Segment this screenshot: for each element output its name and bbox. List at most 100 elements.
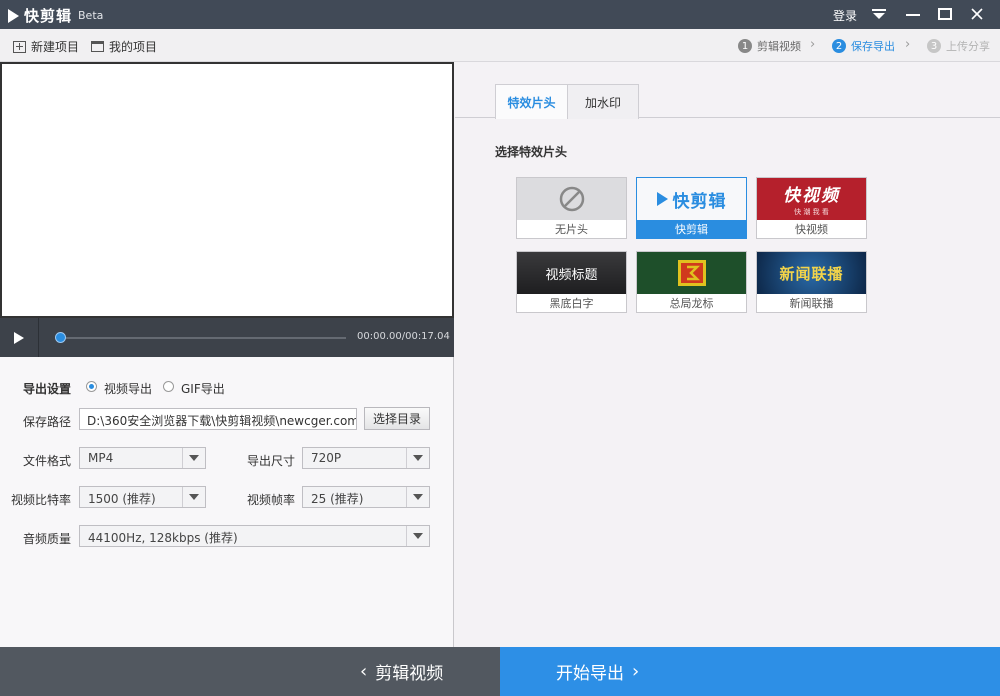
chevron-left-icon: ‹ [360, 661, 367, 682]
export-size-select[interactable]: 720P [302, 447, 430, 469]
thumb-caption: 无片头 [517, 220, 626, 238]
file-format-value: MP4 [88, 451, 113, 465]
maximize-button[interactable] [934, 4, 956, 24]
bitrate-value: 1500 (推荐) [88, 492, 156, 506]
dragon-logo-icon [677, 259, 707, 287]
progress-track[interactable] [58, 337, 346, 339]
back-bar: ‹ 剪辑视频 [0, 647, 500, 696]
video-export-radio[interactable] [86, 381, 97, 392]
framerate-label: 视频帧率 [247, 491, 295, 508]
chevron-down-icon [182, 487, 205, 507]
my-projects-label: 我的项目 [109, 38, 157, 55]
file-format-select[interactable]: MP4 [79, 447, 206, 469]
export-settings-label: 导出设置 [23, 380, 71, 397]
intro-news[interactable]: 新闻联播 新闻联播 [756, 251, 867, 313]
bitrate-select[interactable]: 1500 (推荐) [79, 486, 206, 508]
tab-intro-effects[interactable]: 特效片头 [495, 84, 568, 119]
title-bar: 快剪辑 Beta 登录 [0, 0, 1000, 29]
chevron-down-icon [406, 448, 429, 468]
export-size-value: 720P [311, 451, 341, 465]
new-project-button[interactable]: 新建项目 [13, 38, 79, 55]
close-button[interactable] [966, 4, 988, 24]
export-label: 开始导出 [556, 659, 624, 684]
thumb-caption: 快视频 [757, 220, 866, 238]
my-projects-button[interactable]: 我的项目 [91, 38, 157, 55]
gif-export-radio[interactable] [163, 381, 174, 392]
new-project-label: 新建项目 [31, 38, 79, 55]
time-readout: 00:00.00/00:17.04 [357, 331, 450, 342]
kuaishipin-thumbnail: 快视频 快 潮 我 看 [757, 178, 866, 220]
progress-knob[interactable] [55, 332, 66, 343]
kuaijianji-thumbnail: 快剪辑 [637, 178, 746, 220]
beta-badge: Beta [78, 9, 103, 22]
play-button[interactable] [0, 318, 39, 357]
step-label: 剪辑视频 [757, 38, 801, 54]
video-export-label[interactable]: 视频导出 [104, 380, 152, 397]
thumb-caption: 新闻联播 [757, 294, 866, 312]
no-entry-icon [559, 186, 585, 212]
play-icon [14, 332, 24, 344]
play-logo-icon [8, 9, 19, 23]
step-label: 保存导出 [851, 38, 895, 54]
chevron-right-icon: › [632, 661, 639, 682]
intro-kuaijianji[interactable]: 快剪辑 快剪辑 [636, 177, 747, 239]
effects-panel: 特效片头 加水印 选择特效片头 无片头 快剪辑 快剪辑 快视频 快 潮 我 看 … [455, 62, 1000, 647]
dragon-logo-thumbnail [637, 252, 746, 294]
intro-none[interactable]: 无片头 [516, 177, 627, 239]
thumb-image-text: 快视频 [783, 181, 840, 206]
chevron-right-icon: › [905, 37, 910, 52]
maximize-icon [938, 8, 952, 20]
save-path-field[interactable]: D:\360安全浏览器下载\快剪辑视频\newcger.com吉 [79, 408, 357, 430]
menu-dropdown-icon [872, 8, 886, 20]
framerate-value: 25 (推荐) [311, 492, 363, 506]
step-edit-video[interactable]: 1 剪辑视频 [738, 38, 801, 54]
toolbar: 新建项目 我的项目 1 剪辑视频 › 2 保存导出 › 3 上传分享 [0, 29, 1000, 62]
file-format-label: 文件格式 [23, 452, 71, 469]
tab-watermark[interactable]: 加水印 [567, 84, 639, 119]
audio-quality-label: 音频质量 [23, 530, 71, 547]
play-logo-icon [657, 192, 668, 206]
gif-export-label[interactable]: GIF导出 [181, 380, 225, 397]
thumb-image-text: 新闻联播 [779, 263, 843, 284]
export-settings-panel: 导出设置 视频导出 GIF导出 保存路径 D:\360安全浏览器下载\快剪辑视频… [0, 357, 454, 647]
menu-button[interactable] [868, 4, 890, 24]
step-number: 3 [927, 39, 941, 53]
bitrate-label: 视频比特率 [11, 491, 71, 508]
start-export-button[interactable]: 开始导出 › [556, 659, 639, 684]
audio-quality-select[interactable]: 44100Hz, 128kbps (推荐) [79, 525, 430, 547]
new-project-icon [13, 41, 26, 53]
step-save-export[interactable]: 2 保存导出 [832, 38, 895, 54]
audio-quality-value: 44100Hz, 128kbps (推荐) [88, 531, 238, 545]
step-number: 1 [738, 39, 752, 53]
video-preview [0, 62, 454, 318]
step-upload-share[interactable]: 3 上传分享 [927, 38, 990, 54]
minimize-icon [906, 8, 920, 20]
export-bar: 开始导出 › [500, 647, 1000, 696]
news-thumbnail: 新闻联播 [757, 252, 866, 294]
step-number: 2 [832, 39, 846, 53]
thumb-caption: 快剪辑 [637, 220, 746, 238]
intro-dragon-logo[interactable]: 总局龙标 [636, 251, 747, 313]
thumb-image-text: 快剪辑 [673, 187, 727, 212]
chevron-down-icon [406, 487, 429, 507]
thumb-caption: 总局龙标 [637, 294, 746, 312]
no-intro-thumbnail [517, 178, 626, 220]
choose-directory-button[interactable]: 选择目录 [364, 407, 430, 430]
intro-kuaishipin[interactable]: 快视频 快 潮 我 看 快视频 [756, 177, 867, 239]
player-controls: 00:00.00/00:17.04 [0, 318, 454, 357]
black-white-thumbnail: 视频标题 [517, 252, 626, 294]
back-to-edit-button[interactable]: ‹ 剪辑视频 [360, 659, 443, 684]
export-size-label: 导出尺寸 [247, 452, 295, 469]
minimize-button[interactable] [902, 4, 924, 24]
app-logo: 快剪辑 Beta [8, 5, 103, 26]
framerate-select[interactable]: 25 (推荐) [302, 486, 430, 508]
thumb-image-text: 视频标题 [545, 264, 597, 283]
login-link[interactable]: 登录 [833, 7, 857, 24]
intro-black-white[interactable]: 视频标题 黑底白字 [516, 251, 627, 313]
chevron-right-icon: › [810, 37, 815, 52]
folder-icon [91, 41, 104, 52]
section-title: 选择特效片头 [495, 143, 567, 160]
save-path-label: 保存路径 [23, 413, 71, 430]
close-icon [971, 8, 983, 20]
tab-bar: 特效片头 加水印 [455, 84, 1000, 118]
